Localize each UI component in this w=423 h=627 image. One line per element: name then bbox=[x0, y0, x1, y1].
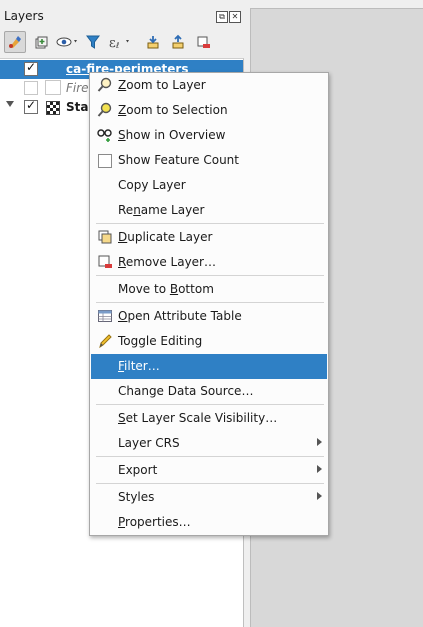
feature-count-checkbox[interactable] bbox=[98, 154, 112, 168]
expand-arrow-icon[interactable] bbox=[6, 101, 14, 107]
layers-toolbar: εℓ bbox=[0, 28, 245, 56]
menu-item-change-data-source[interactable]: Change Data Source… bbox=[91, 379, 327, 404]
layer-visibility-checkbox[interactable]: ✓ bbox=[24, 60, 38, 76]
menu-item-remove-layer[interactable]: Remove Layer… bbox=[91, 250, 327, 275]
menu-item-open-attribute-table[interactable]: Open Attribute Table bbox=[91, 304, 327, 329]
menu-separator bbox=[96, 404, 324, 405]
panel-title: Layers bbox=[4, 9, 44, 23]
layer-name: Fire bbox=[66, 81, 89, 95]
menu-item-properties[interactable]: Properties… bbox=[91, 510, 327, 535]
menu-item-move-to-bottom[interactable]: Move to Bottom bbox=[91, 277, 327, 302]
layer-context-menu: Zoom to Layer Zoom to Selection Show in … bbox=[89, 72, 329, 536]
zoom-to-selection-icon bbox=[97, 102, 112, 117]
expand-all-icon[interactable] bbox=[142, 31, 164, 53]
menu-item-show-feature-count[interactable]: Show Feature Count bbox=[91, 148, 327, 173]
menu-item-set-layer-scale-visibility[interactable]: Set Layer Scale Visibility… bbox=[91, 406, 327, 431]
submenu-arrow-icon bbox=[317, 492, 322, 500]
overview-glasses-icon bbox=[97, 129, 112, 142]
menu-separator bbox=[96, 275, 324, 276]
float-icon[interactable]: ⧉ bbox=[216, 11, 228, 23]
duplicate-layer-icon bbox=[98, 230, 112, 244]
menu-item-export[interactable]: Export bbox=[91, 458, 327, 483]
raster-layer-icon bbox=[46, 101, 60, 115]
zoom-to-layer-icon bbox=[97, 77, 112, 92]
menu-separator bbox=[96, 483, 324, 484]
menu-item-toggle-editing[interactable]: Toggle Editing bbox=[91, 329, 327, 354]
layer-visibility-checkbox[interactable]: ✓ bbox=[24, 98, 38, 114]
menu-item-zoom-to-selection[interactable]: Zoom to Selection bbox=[91, 98, 327, 123]
remove-layer-icon[interactable] bbox=[192, 31, 214, 53]
menu-item-zoom-to-layer[interactable]: Zoom to Layer bbox=[91, 73, 327, 98]
close-icon[interactable]: ✕ bbox=[229, 11, 241, 23]
menu-separator bbox=[96, 302, 324, 303]
remove-layer-icon bbox=[98, 255, 112, 268]
menu-item-rename-layer[interactable]: Rename Layer bbox=[91, 198, 327, 223]
menu-item-show-in-overview[interactable]: Show in Overview bbox=[91, 123, 327, 148]
layers-panel-titlebar: Layers ⧉ ✕ bbox=[0, 0, 245, 26]
filter-expression-icon[interactable]: εℓ bbox=[106, 31, 134, 53]
layer-visibility-checkbox[interactable] bbox=[24, 81, 38, 95]
collapse-all-icon[interactable] bbox=[167, 31, 189, 53]
svg-text:ℓ: ℓ bbox=[115, 41, 119, 50]
menu-item-copy-layer[interactable]: Copy Layer bbox=[91, 173, 327, 198]
menu-separator bbox=[96, 456, 324, 457]
menu-item-filter[interactable]: Filter… bbox=[91, 354, 327, 379]
filter-legend-icon[interactable] bbox=[82, 31, 104, 53]
submenu-arrow-icon bbox=[317, 438, 322, 446]
submenu-arrow-icon bbox=[317, 465, 322, 473]
pencil-icon bbox=[99, 334, 112, 349]
menu-item-duplicate-layer[interactable]: Duplicate Layer bbox=[91, 225, 327, 250]
menu-item-styles[interactable]: Styles bbox=[91, 485, 327, 510]
menu-separator bbox=[96, 223, 324, 224]
visibility-icon[interactable] bbox=[55, 31, 81, 53]
add-group-icon[interactable] bbox=[30, 31, 52, 53]
layer-symbol-icon bbox=[45, 80, 61, 95]
attribute-table-icon bbox=[98, 310, 112, 322]
style-manager-icon[interactable] bbox=[4, 31, 26, 53]
menu-item-layer-crs[interactable]: Layer CRS bbox=[91, 431, 327, 456]
svg-text:ε: ε bbox=[109, 36, 116, 50]
